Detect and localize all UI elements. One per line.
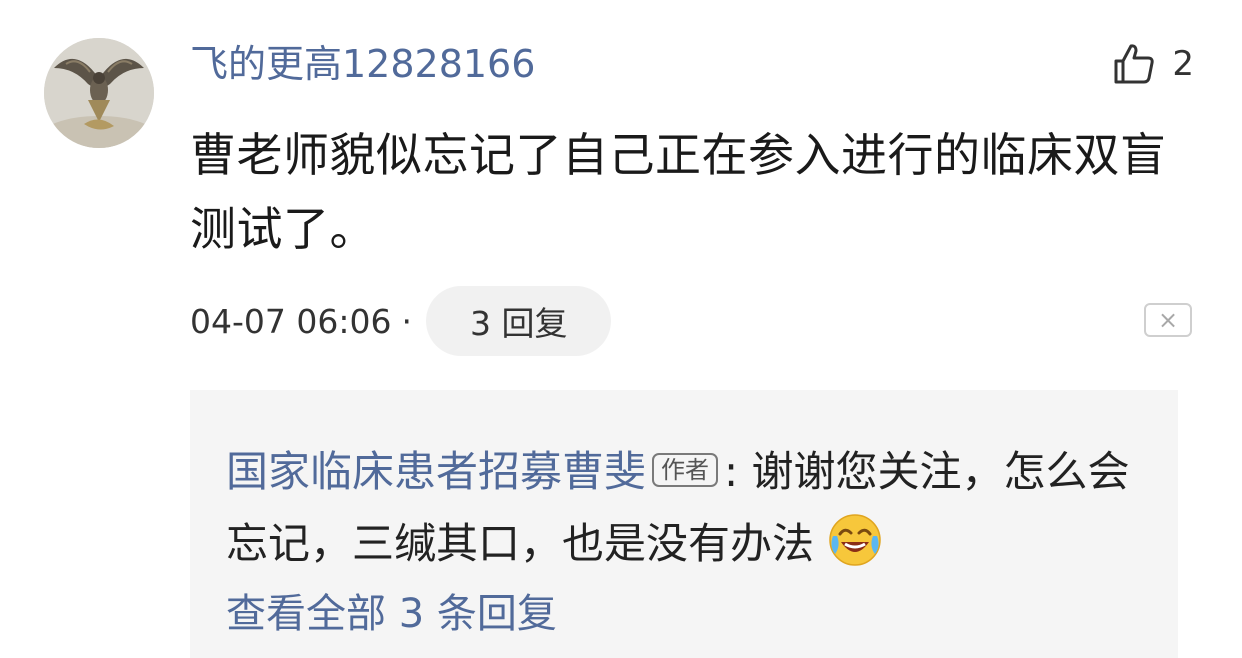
reply-item: 国家临床患者招募曹斐 作者: 谢谢您关注，怎么会忘记，三缄其口，也是没有办法 [226, 436, 1146, 580]
comment-card: 飞的更高12828166 2 曹老师貌似忘记了自己正在参入进行的临床双盲测试了。… [0, 0, 1242, 658]
username-link[interactable]: 飞的更高12828166 [190, 36, 535, 92]
laughing-crying-emoji-icon [827, 512, 883, 568]
meta-separator: · [401, 301, 412, 341]
view-all-replies-link[interactable]: 查看全部 3 条回复 [226, 586, 557, 642]
author-badge: 作者 [652, 453, 719, 487]
reply-author-link[interactable]: 国家临床患者招募曹斐 [226, 447, 646, 496]
like-button[interactable]: 2 [1112, 36, 1194, 92]
thumbs-up-icon [1114, 44, 1155, 84]
timestamp: 04-07 06:06 [190, 301, 392, 341]
reply-separator: : [724, 447, 752, 496]
close-button[interactable]: × [1144, 303, 1192, 337]
comment-meta: 04-07 06:06 · 3 回复 [190, 286, 612, 356]
like-count: 2 [1172, 44, 1194, 84]
reply-preview: 国家临床患者招募曹斐 作者: 谢谢您关注，怎么会忘记，三缄其口，也是没有办法 查看… [190, 390, 1178, 658]
reply-count-button[interactable]: 3 回复 [425, 286, 612, 356]
avatar[interactable] [44, 38, 154, 148]
comment-text: 曹老师貌似忘记了自己正在参入进行的临床双盲测试了。 [190, 128, 1167, 256]
